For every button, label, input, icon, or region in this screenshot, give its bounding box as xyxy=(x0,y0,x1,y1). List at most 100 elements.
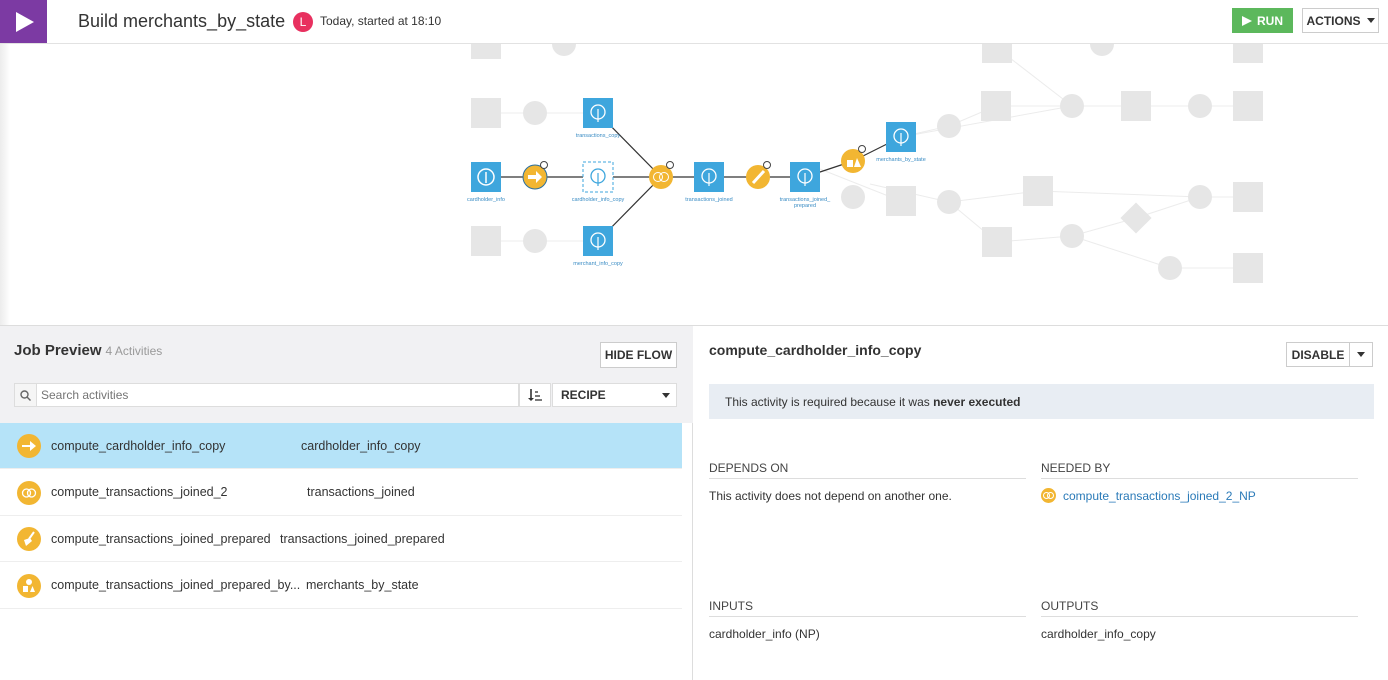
faded-recipe-node[interactable] xyxy=(523,101,547,125)
activity-row[interactable]: compute_transactions_joined_prepared tra… xyxy=(0,516,682,562)
status-indicator xyxy=(858,145,866,153)
caret-down-icon xyxy=(1366,18,1375,23)
faded-edge xyxy=(1037,190,1201,198)
flow-node-merchants-by-state[interactable]: merchants_by_state xyxy=(876,122,926,163)
faded-dataset-node[interactable] xyxy=(1121,91,1151,121)
caret-down-icon xyxy=(662,392,670,398)
faded-dataset-node[interactable] xyxy=(1233,33,1263,63)
avatar: L xyxy=(293,12,313,32)
flow-node-r-prepare[interactable] xyxy=(746,161,771,190)
inputs-value: cardholder_info (NP) xyxy=(709,627,820,641)
started-time: Today, started at 18:10 xyxy=(320,14,442,28)
app-logo[interactable] xyxy=(0,0,47,43)
flow-node-cardholder-info-copy[interactable]: cardholder_info_copy xyxy=(572,161,625,203)
flow-canvas[interactable]: cardholder_info cardholder_info_copy trans… xyxy=(0,29,1388,326)
disable-dropdown[interactable] xyxy=(1350,343,1372,366)
faded-recipe-node[interactable] xyxy=(552,32,576,56)
actions-button[interactable]: ACTIONS xyxy=(1302,8,1379,33)
notice-text: This activity is required because it was xyxy=(725,395,934,409)
search-input[interactable] xyxy=(37,385,507,405)
activity-name: compute_transactions_joined_prepared xyxy=(51,531,271,546)
faded-dataset-node[interactable] xyxy=(471,226,501,256)
faded-dataset-node[interactable] xyxy=(886,186,916,216)
flow-node-r-group[interactable] xyxy=(841,145,866,174)
play-icon xyxy=(15,11,34,32)
node-label: merchants_by_state xyxy=(876,157,926,163)
faded-dataset-node[interactable] xyxy=(1233,182,1263,212)
flow-node-transactions-copy[interactable]: transactions_copy xyxy=(576,98,621,139)
activity-count: 4 Activities xyxy=(105,344,163,358)
faded-recipe-node[interactable] xyxy=(1188,185,1212,209)
job-preview-title: Job Preview 4 Activities xyxy=(14,342,162,359)
title-text: Job Preview xyxy=(14,342,102,359)
faded-model-node[interactable] xyxy=(1120,202,1152,234)
flow-node-merchant-info-copy[interactable]: merchant_info_copy xyxy=(573,226,623,267)
node-label: cardholder_info xyxy=(467,197,505,203)
sort-icon xyxy=(528,389,542,401)
node-label: cardholder_info_copy xyxy=(572,197,625,203)
flow-node-transactions-joined-prepared[interactable]: transactions_joined_ prepared xyxy=(780,162,831,209)
faded-dataset-node[interactable] xyxy=(1233,91,1263,121)
play-icon xyxy=(1242,15,1252,26)
disable-split-button: DISABLE xyxy=(1286,342,1373,367)
notice-reason: never executed xyxy=(933,395,1021,409)
sort-button[interactable] xyxy=(519,383,551,407)
faded-dataset-node[interactable] xyxy=(1023,176,1053,206)
depends-on-text: This activity does not depend on another… xyxy=(709,489,952,503)
flow-node-r-join[interactable] xyxy=(649,161,674,190)
needed-by-link[interactable]: compute_transactions_joined_2_NP xyxy=(1063,489,1256,503)
faded-dataset-node[interactable] xyxy=(1233,253,1263,283)
inputs-header: INPUTS xyxy=(709,599,1026,617)
faded-recipe-node[interactable] xyxy=(1188,94,1212,118)
faded-dataset-node[interactable] xyxy=(471,29,501,59)
status-indicator xyxy=(666,161,674,169)
activity-output: cardholder_info_copy xyxy=(301,438,421,453)
faded-recipe-node[interactable] xyxy=(937,190,961,214)
status-indicator xyxy=(540,161,548,169)
faded-dataset-node[interactable] xyxy=(982,33,1012,63)
join-recipe-icon xyxy=(17,480,41,505)
faded-recipe-node[interactable] xyxy=(523,229,547,253)
search-icon xyxy=(15,384,37,406)
activity-row[interactable]: compute_cardholder_info_copy cardholder_… xyxy=(0,423,682,469)
depends-on-header: DEPENDS ON xyxy=(709,461,1026,479)
flow-node-r-copy[interactable] xyxy=(522,161,548,190)
group-by-select[interactable]: RECIPE xyxy=(552,383,677,407)
search-box xyxy=(14,383,519,407)
activity-title: compute_cardholder_info_copy xyxy=(709,342,922,358)
hide-flow-button[interactable]: HIDE FLOW xyxy=(600,342,677,368)
requirement-notice: This activity is required because it was… xyxy=(709,384,1374,419)
group-recipe-icon xyxy=(17,573,41,598)
flow-graph[interactable]: cardholder_info cardholder_info_copy trans… xyxy=(0,29,1388,326)
node-label: transactions_joined xyxy=(685,197,732,203)
activity-name: compute_cardholder_info_copy xyxy=(51,438,226,453)
faded-recipe-node[interactable] xyxy=(841,185,865,209)
activity-row[interactable]: compute_transactions_joined_prepared_by.… xyxy=(0,563,682,609)
run-button[interactable]: RUN xyxy=(1232,8,1293,33)
needed-by-item: compute_transactions_joined_2_NP xyxy=(1041,488,1256,503)
disable-button[interactable]: DISABLE xyxy=(1287,343,1350,366)
activity-output: transactions_joined_prepared xyxy=(280,531,445,546)
faded-dataset-node[interactable] xyxy=(982,227,1012,257)
header: Build merchants_by_state L Today, starte… xyxy=(0,0,1388,44)
faded-recipe-node[interactable] xyxy=(937,114,961,138)
faded-edge xyxy=(1071,235,1171,269)
select-value: RECIPE xyxy=(561,388,606,402)
node-label: transactions_copy xyxy=(576,133,621,139)
activity-row[interactable]: compute_transactions_joined_2 transactio… xyxy=(0,470,682,516)
faded-recipe-node[interactable] xyxy=(1060,224,1084,248)
faded-recipe-node[interactable] xyxy=(1060,94,1084,118)
run-label: RUN xyxy=(1257,13,1283,28)
faded-dataset-node[interactable] xyxy=(981,91,1011,121)
outputs-value: cardholder_info_copy xyxy=(1041,627,1156,641)
faded-recipe-node[interactable] xyxy=(1158,256,1182,280)
flow-node-transactions-joined[interactable]: transactions_joined xyxy=(685,162,733,203)
faded-dataset-node[interactable] xyxy=(471,98,501,128)
flow-node-cardholder-info[interactable]: cardholder_info xyxy=(467,162,505,203)
group-icon xyxy=(847,160,853,167)
outputs-header: OUTPUTS xyxy=(1041,599,1358,617)
activity-name: compute_transactions_joined_prepared_by.… xyxy=(51,578,301,592)
faded-recipe-node[interactable] xyxy=(1090,32,1114,56)
node-label: transactions_joined_ prepared xyxy=(780,197,831,209)
shade xyxy=(0,44,10,325)
